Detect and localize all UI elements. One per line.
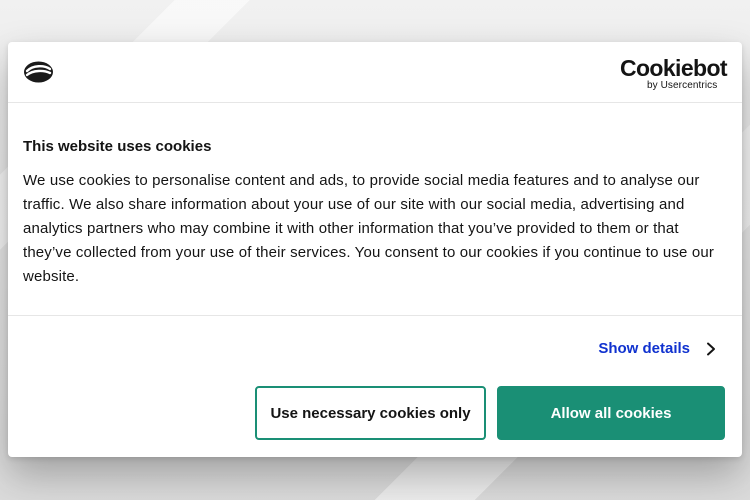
dialog-description: We use cookies to personalise content an… bbox=[23, 172, 714, 285]
brand-name: Cookiebot bbox=[619, 55, 728, 81]
use-necessary-cookies-button[interactable]: Use necessary cookies only bbox=[255, 386, 486, 440]
brand-subtitle: by Usercentrics bbox=[646, 80, 718, 91]
show-details-link[interactable]: Show details bbox=[598, 340, 716, 357]
cookiebot-logo[interactable]: Cookiebot by Usercentrics bbox=[619, 55, 728, 91]
dialog-body: This website uses cookies We use cookies… bbox=[8, 103, 742, 316]
dialog-header: Cookiebot by Usercentrics bbox=[8, 42, 742, 103]
show-details-label: Show details bbox=[598, 340, 690, 357]
chevron-right-icon bbox=[707, 342, 715, 355]
dialog-title: This website uses cookies bbox=[23, 138, 212, 155]
cookie-consent-dialog: Cookiebot by Usercentrics This website u… bbox=[8, 42, 742, 457]
allow-all-cookies-button[interactable]: Allow all cookies bbox=[497, 386, 725, 440]
company-logo-icon bbox=[24, 61, 53, 83]
